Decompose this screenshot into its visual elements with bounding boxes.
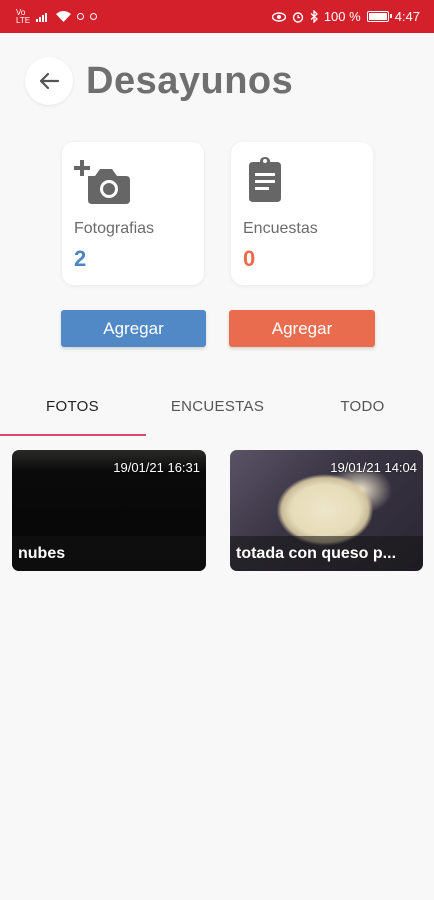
tab-bar: FOTOS ENCUESTAS TODO [0, 380, 434, 438]
surveys-stat-card: Encuestas 0 [231, 142, 373, 285]
tab-indicator [0, 434, 146, 436]
status-left: Vo LTE [16, 7, 98, 25]
add-photo-icon [74, 160, 130, 204]
notification-icon [90, 13, 98, 20]
battery-icon [366, 11, 392, 22]
status-right: 100 % 4:47 [271, 9, 420, 24]
add-survey-button[interactable]: Agregar [229, 310, 375, 347]
clock: 4:47 [394, 9, 420, 24]
photo-card[interactable]: 19/01/21 14:04 totada con queso p... [230, 450, 423, 571]
volte-icon: Vo LTE [16, 7, 31, 25]
signal-icon [36, 13, 48, 22]
photos-label: Fotografias [74, 220, 155, 237]
clipboard-icon [249, 157, 281, 202]
bluetooth-icon [310, 10, 318, 23]
surveys-count: 0 [243, 246, 256, 271]
photos-stat-card: Fotografias 2 [62, 142, 204, 285]
notification-icon [77, 13, 85, 20]
tab-todo[interactable]: TODO [290, 380, 434, 432]
wifi-icon [56, 11, 72, 22]
tab-encuestas[interactable]: ENCUESTAS [145, 380, 290, 432]
photo-card[interactable]: 19/01/21 16:31 nubes [12, 450, 206, 571]
tab-fotos[interactable]: FOTOS [0, 380, 145, 432]
photo-caption: nubes [18, 545, 66, 562]
photo-date: 19/01/21 16:31 [113, 460, 200, 475]
photo-date: 19/01/21 14:04 [330, 460, 417, 475]
status-bar: Vo LTE 100 % 4:47 [0, 0, 434, 33]
back-button[interactable] [25, 57, 73, 105]
alarm-icon [292, 11, 304, 23]
photo-caption: totada con queso p... [236, 545, 397, 562]
photos-count: 2 [74, 246, 87, 271]
surveys-label: Encuestas [243, 220, 318, 237]
battery-percentage: 100 % [323, 9, 361, 24]
eye-icon [271, 11, 286, 22]
arrow-left-icon [39, 72, 60, 90]
add-photo-button[interactable]: Agregar [61, 310, 206, 347]
page-title: Desayunos [86, 60, 294, 102]
